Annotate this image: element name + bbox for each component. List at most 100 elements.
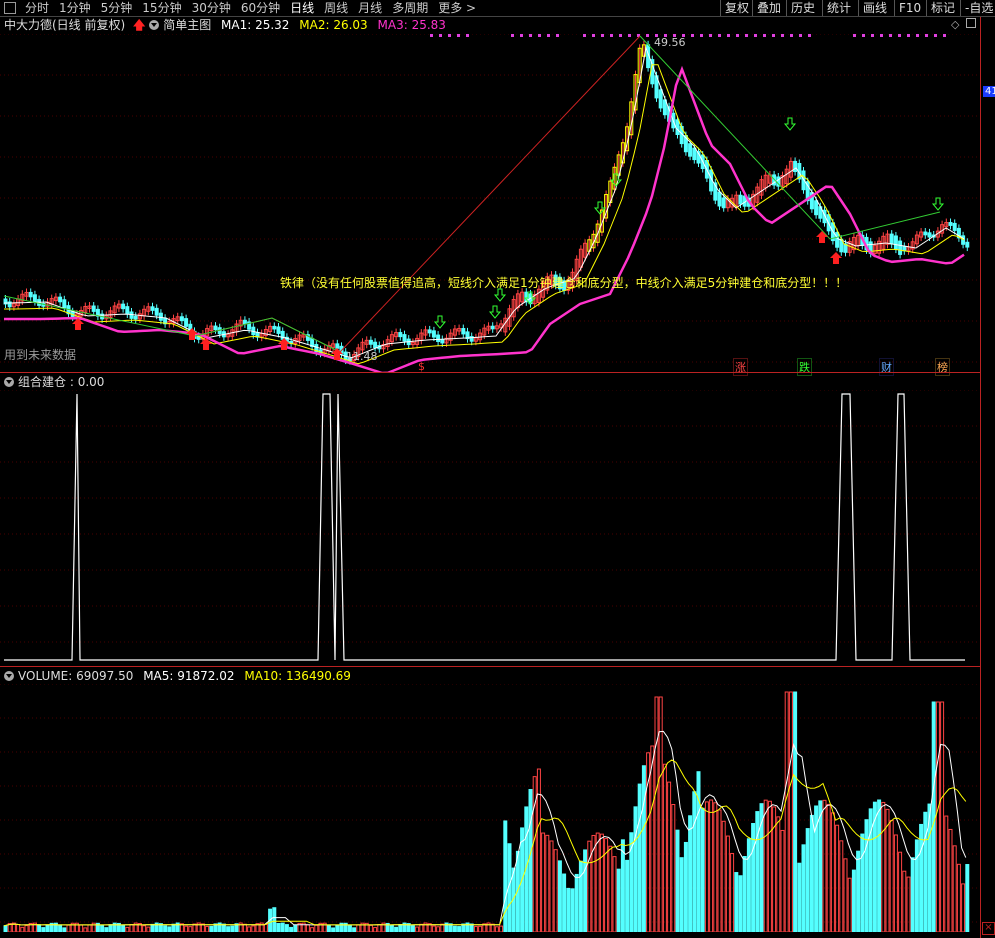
toolbar-button-1[interactable]: 叠加: [752, 0, 785, 16]
candle-body: [835, 232, 840, 248]
volume-panel-header: VOLUME: 69097.50 MA5: 91872.02 MA10: 136…: [4, 669, 351, 683]
volume-chart[interactable]: [0, 684, 980, 932]
dot-mark: [430, 34, 433, 37]
toolbar-button-2[interactable]: 历史: [786, 0, 819, 16]
list-marker[interactable]: 榜: [935, 358, 950, 376]
future-data-note: 用到未来数据: [4, 348, 77, 362]
volume-bar: [326, 924, 331, 932]
volume-title[interactable]: VOLUME: 69097.50: [18, 669, 133, 683]
volume-bar: [961, 883, 966, 932]
candle-body: [889, 233, 894, 245]
window-box-icon[interactable]: [4, 2, 16, 14]
tab-5[interactable]: 60分钟: [236, 0, 285, 16]
candle-body: [150, 306, 155, 311]
toolbar-button-6[interactable]: 标记: [926, 0, 959, 16]
dot-mark: [871, 34, 874, 37]
toolbar-button-5[interactable]: F10: [894, 0, 925, 16]
toolbar-button-0[interactable]: 复权: [720, 0, 753, 16]
signal-line: [4, 393, 965, 661]
volume-bar: [335, 924, 340, 932]
volume-bar: [847, 877, 852, 932]
volume-bar: [368, 924, 373, 932]
volume-bar: [188, 926, 193, 932]
volume-bar: [473, 926, 478, 932]
candle-body: [280, 330, 285, 340]
volume-bar: [125, 926, 130, 932]
volume-dropdown-icon[interactable]: [4, 671, 14, 681]
finance-marker[interactable]: 财: [879, 358, 894, 376]
volume-bar: [906, 876, 911, 932]
volume-bar: [167, 926, 172, 932]
volume-bar: [503, 820, 508, 932]
indicator-name[interactable]: 简单主图: [163, 18, 211, 32]
fall-marker[interactable]: 跌: [797, 358, 812, 376]
volume-bar: [314, 924, 319, 932]
volume-bar: [83, 927, 88, 932]
dot-mark: [610, 34, 613, 37]
candle-body: [58, 296, 63, 303]
volume-bar: [436, 926, 441, 932]
volume-bar: [788, 691, 793, 932]
volume-bar: [679, 857, 684, 932]
volume-bar: [793, 691, 798, 932]
buy-arrow-icon: [816, 231, 828, 243]
volume-bar: [553, 849, 558, 932]
volume-bar: [889, 819, 894, 932]
vol-ma10: MA10: 136490.69: [244, 669, 351, 683]
volume-bar: [818, 800, 823, 932]
ma2-value: MA2: 26.03: [299, 18, 368, 32]
volume-bar: [671, 804, 676, 932]
volume-bar: [755, 811, 760, 932]
dot-mark: [880, 34, 883, 37]
candle-body: [158, 312, 163, 321]
dot-mark: [466, 34, 469, 37]
toolbar-button-3[interactable]: 统计: [822, 0, 855, 16]
volume-bar: [494, 926, 499, 932]
volume-bar: [763, 799, 768, 932]
volume-bar: [940, 701, 945, 932]
tab-3[interactable]: 15分钟: [137, 0, 186, 16]
candle-body: [927, 232, 932, 238]
candle-body: [814, 200, 819, 216]
dot-mark: [709, 34, 712, 37]
candle-body: [721, 197, 726, 209]
volume-bar: [914, 839, 919, 932]
tab-2[interactable]: 5分钟: [96, 0, 138, 16]
signal-title[interactable]: 组合建仓: [18, 375, 66, 389]
candle-body: [32, 294, 37, 303]
close-panel-icon[interactable]: [966, 18, 976, 28]
rise-marker[interactable]: 涨: [733, 358, 748, 376]
candle-body: [688, 143, 693, 157]
candle-body: [154, 307, 159, 316]
toolbar-button-4[interactable]: 画线: [858, 0, 891, 16]
price-chart[interactable]: [0, 34, 980, 372]
volume-bar: [675, 829, 680, 932]
volume-bar: [209, 925, 214, 932]
indicator-dropdown-icon[interactable]: [149, 20, 160, 30]
tab-9[interactable]: 多周期: [387, 0, 433, 16]
toolbar-button-7[interactable]: -自选: [960, 0, 995, 16]
volume-bar: [616, 868, 621, 932]
signal-dropdown-icon[interactable]: [4, 377, 14, 387]
volume-bar: [835, 824, 840, 932]
dot-mark: [592, 34, 595, 37]
tab-7[interactable]: 周线: [319, 0, 353, 16]
volume-bar: [536, 768, 541, 932]
dot-mark: [898, 34, 901, 37]
volume-bar: [633, 806, 638, 932]
tab-1[interactable]: 1分钟: [54, 0, 96, 16]
tab-10[interactable]: 更多 >: [433, 0, 481, 16]
tab-0[interactable]: 分时: [20, 0, 54, 16]
tab-6[interactable]: 日线: [285, 0, 319, 16]
corner-close-icon[interactable]: ×: [982, 922, 995, 935]
candle-body: [121, 303, 126, 310]
buy-arrow-icon: [830, 252, 842, 264]
tab-4[interactable]: 30分钟: [187, 0, 236, 16]
diamond-icon[interactable]: ◇: [951, 18, 959, 31]
tab-8[interactable]: 月线: [353, 0, 387, 16]
candle-body: [62, 299, 67, 309]
dot-mark: [862, 34, 865, 37]
signal-chart[interactable]: [0, 390, 980, 666]
dot-mark: [547, 34, 550, 37]
volume-bar: [352, 927, 357, 932]
